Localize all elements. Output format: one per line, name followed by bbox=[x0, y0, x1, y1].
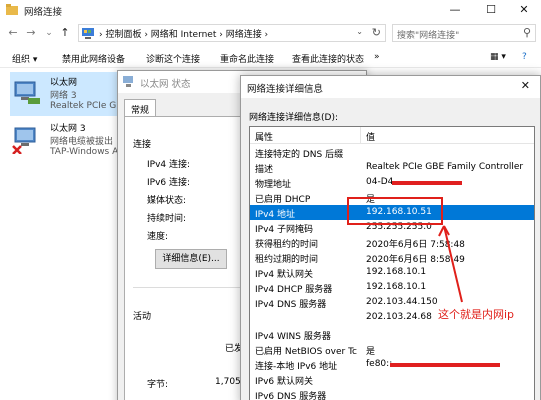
highlight-box bbox=[347, 197, 443, 225]
annotation-text: 这个就是内网ip bbox=[438, 308, 515, 321]
arrow-head-icon bbox=[438, 225, 450, 237]
annotation-arrow bbox=[443, 225, 463, 303]
annotation-overlay bbox=[347, 197, 463, 303]
